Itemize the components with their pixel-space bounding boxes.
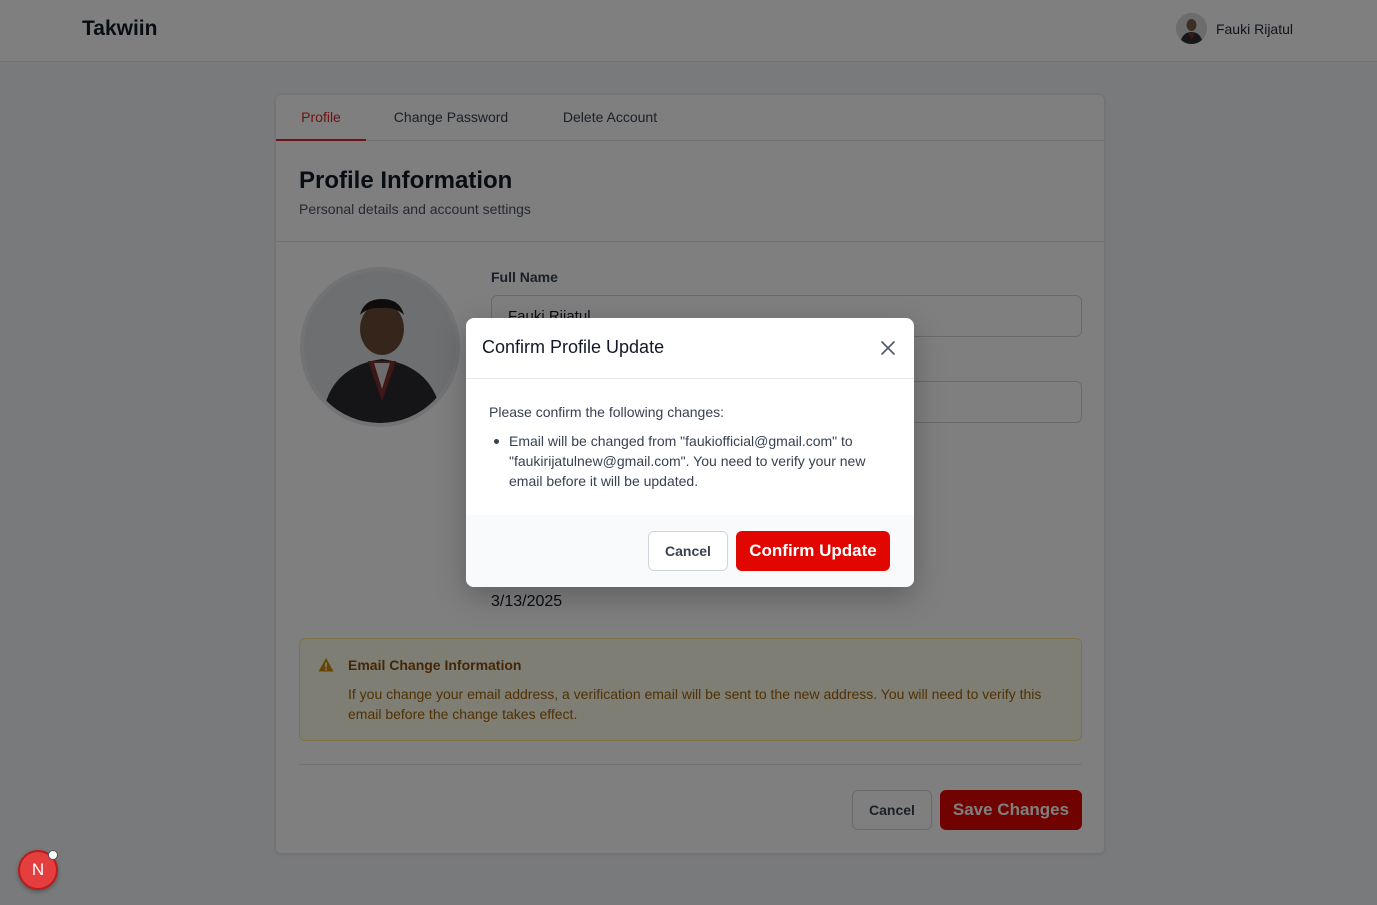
email-change-detail: Email will be changed from "faukiofficia… (509, 433, 866, 489)
dialog-intro: Please confirm the following changes: (489, 404, 725, 420)
close-icon[interactable] (878, 338, 898, 358)
list-item: Email will be changed from "faukiofficia… (494, 431, 889, 491)
dialog-title: Confirm Profile Update (482, 337, 665, 357)
indicator-dot (48, 850, 58, 860)
dev-tools-badge[interactable]: N (18, 850, 58, 890)
bullet (494, 439, 499, 444)
dialog-header: Confirm Profile Update (466, 318, 914, 379)
confirm-update-button[interactable]: Confirm Update (736, 531, 890, 571)
dialog-cancel-button[interactable]: Cancel (648, 531, 728, 571)
dialog-footer: Cancel Confirm Update (466, 515, 914, 587)
dev-badge-letter: N (31, 860, 45, 879)
dialog-body: Please confirm the following changes: Em… (466, 379, 914, 515)
confirm-dialog: Confirm Profile Update Please confirm th… (466, 318, 914, 587)
